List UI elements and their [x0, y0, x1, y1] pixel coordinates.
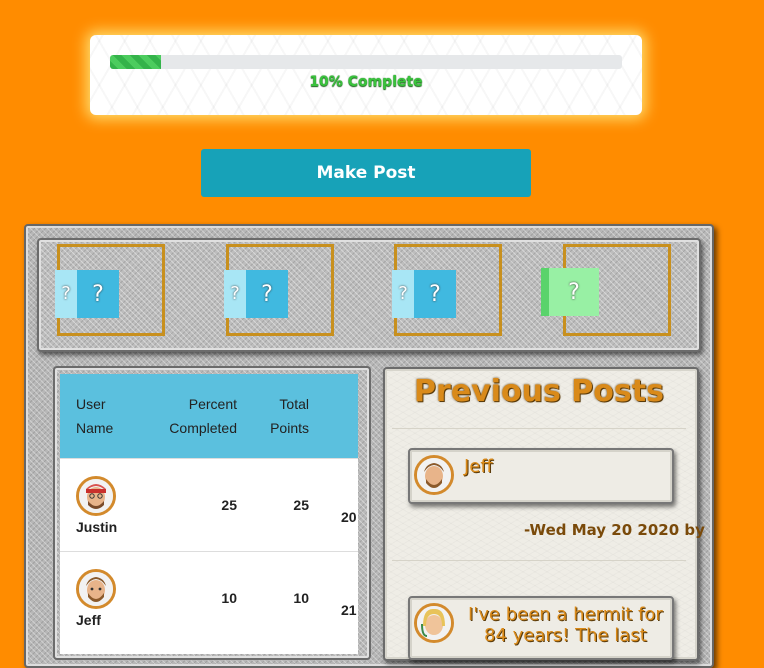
leaderboard-header: User Name Percent Completed Total Points — [60, 374, 358, 458]
post-text-line-1: I've been a hermit for — [468, 604, 663, 625]
percent-cell: 10 — [221, 590, 237, 606]
post-card[interactable]: I've been a hermit for 84 years! The las… — [408, 596, 674, 660]
avatar — [414, 455, 454, 495]
post-text: Jeff — [464, 456, 493, 477]
avatar — [76, 476, 116, 516]
points-cell: 10 — [293, 590, 309, 606]
badge-side-glyph: ? — [230, 283, 240, 304]
mystery-badge-icon[interactable]: ? ? — [55, 270, 119, 318]
avatar — [414, 603, 454, 643]
extra-cell: 20 — [341, 509, 357, 525]
make-post-button[interactable]: Make Post — [201, 149, 531, 197]
badge-side-glyph: ? — [398, 283, 408, 304]
progress-fill — [110, 55, 162, 69]
points-cell: 25 — [293, 497, 309, 513]
mystery-badge-icon[interactable]: ? ? — [224, 270, 288, 318]
badge-front-glyph: ? — [246, 270, 288, 318]
badge-side-glyph: ? — [61, 283, 71, 304]
badge-front-glyph: ? — [414, 270, 456, 318]
progress-label: 10% Complete — [309, 74, 423, 90]
table-row: Jeff 10 10 21 — [60, 551, 358, 645]
extra-cell: 21 — [341, 602, 357, 618]
divider — [392, 428, 686, 429]
progress-bar — [110, 55, 622, 69]
percent-cell: 25 — [221, 497, 237, 513]
mystery-badge-icon[interactable]: ? — [541, 268, 599, 316]
mystery-badge-icon[interactable]: ? ? — [392, 270, 456, 318]
badge-front-glyph: ? — [77, 270, 119, 318]
post-text-line-2: 84 years! The last — [484, 625, 647, 646]
table-row: Justin 25 25 20 — [60, 458, 358, 552]
post-card[interactable]: Jeff — [408, 448, 674, 504]
col-percent-2: Completed — [169, 420, 237, 436]
col-percent-1: Percent — [188, 396, 237, 412]
post-meta: -Wed May 20 2020 by — [524, 521, 705, 539]
leaderboard-table: User Name Percent Completed Total Points… — [60, 374, 358, 654]
progress-card: 10% Complete — [90, 35, 642, 115]
divider — [392, 560, 686, 561]
col-user-name-1: User — [76, 396, 106, 412]
col-total-2: Points — [270, 420, 309, 436]
previous-posts-title: Previous Posts — [414, 374, 664, 409]
badge-front-glyph: ? — [549, 268, 599, 316]
avatar — [76, 569, 116, 609]
col-user-name-2: Name — [76, 420, 114, 436]
col-total-1: Total — [279, 396, 309, 412]
user-name: Jeff — [76, 612, 101, 628]
user-name: Justin — [76, 519, 118, 535]
